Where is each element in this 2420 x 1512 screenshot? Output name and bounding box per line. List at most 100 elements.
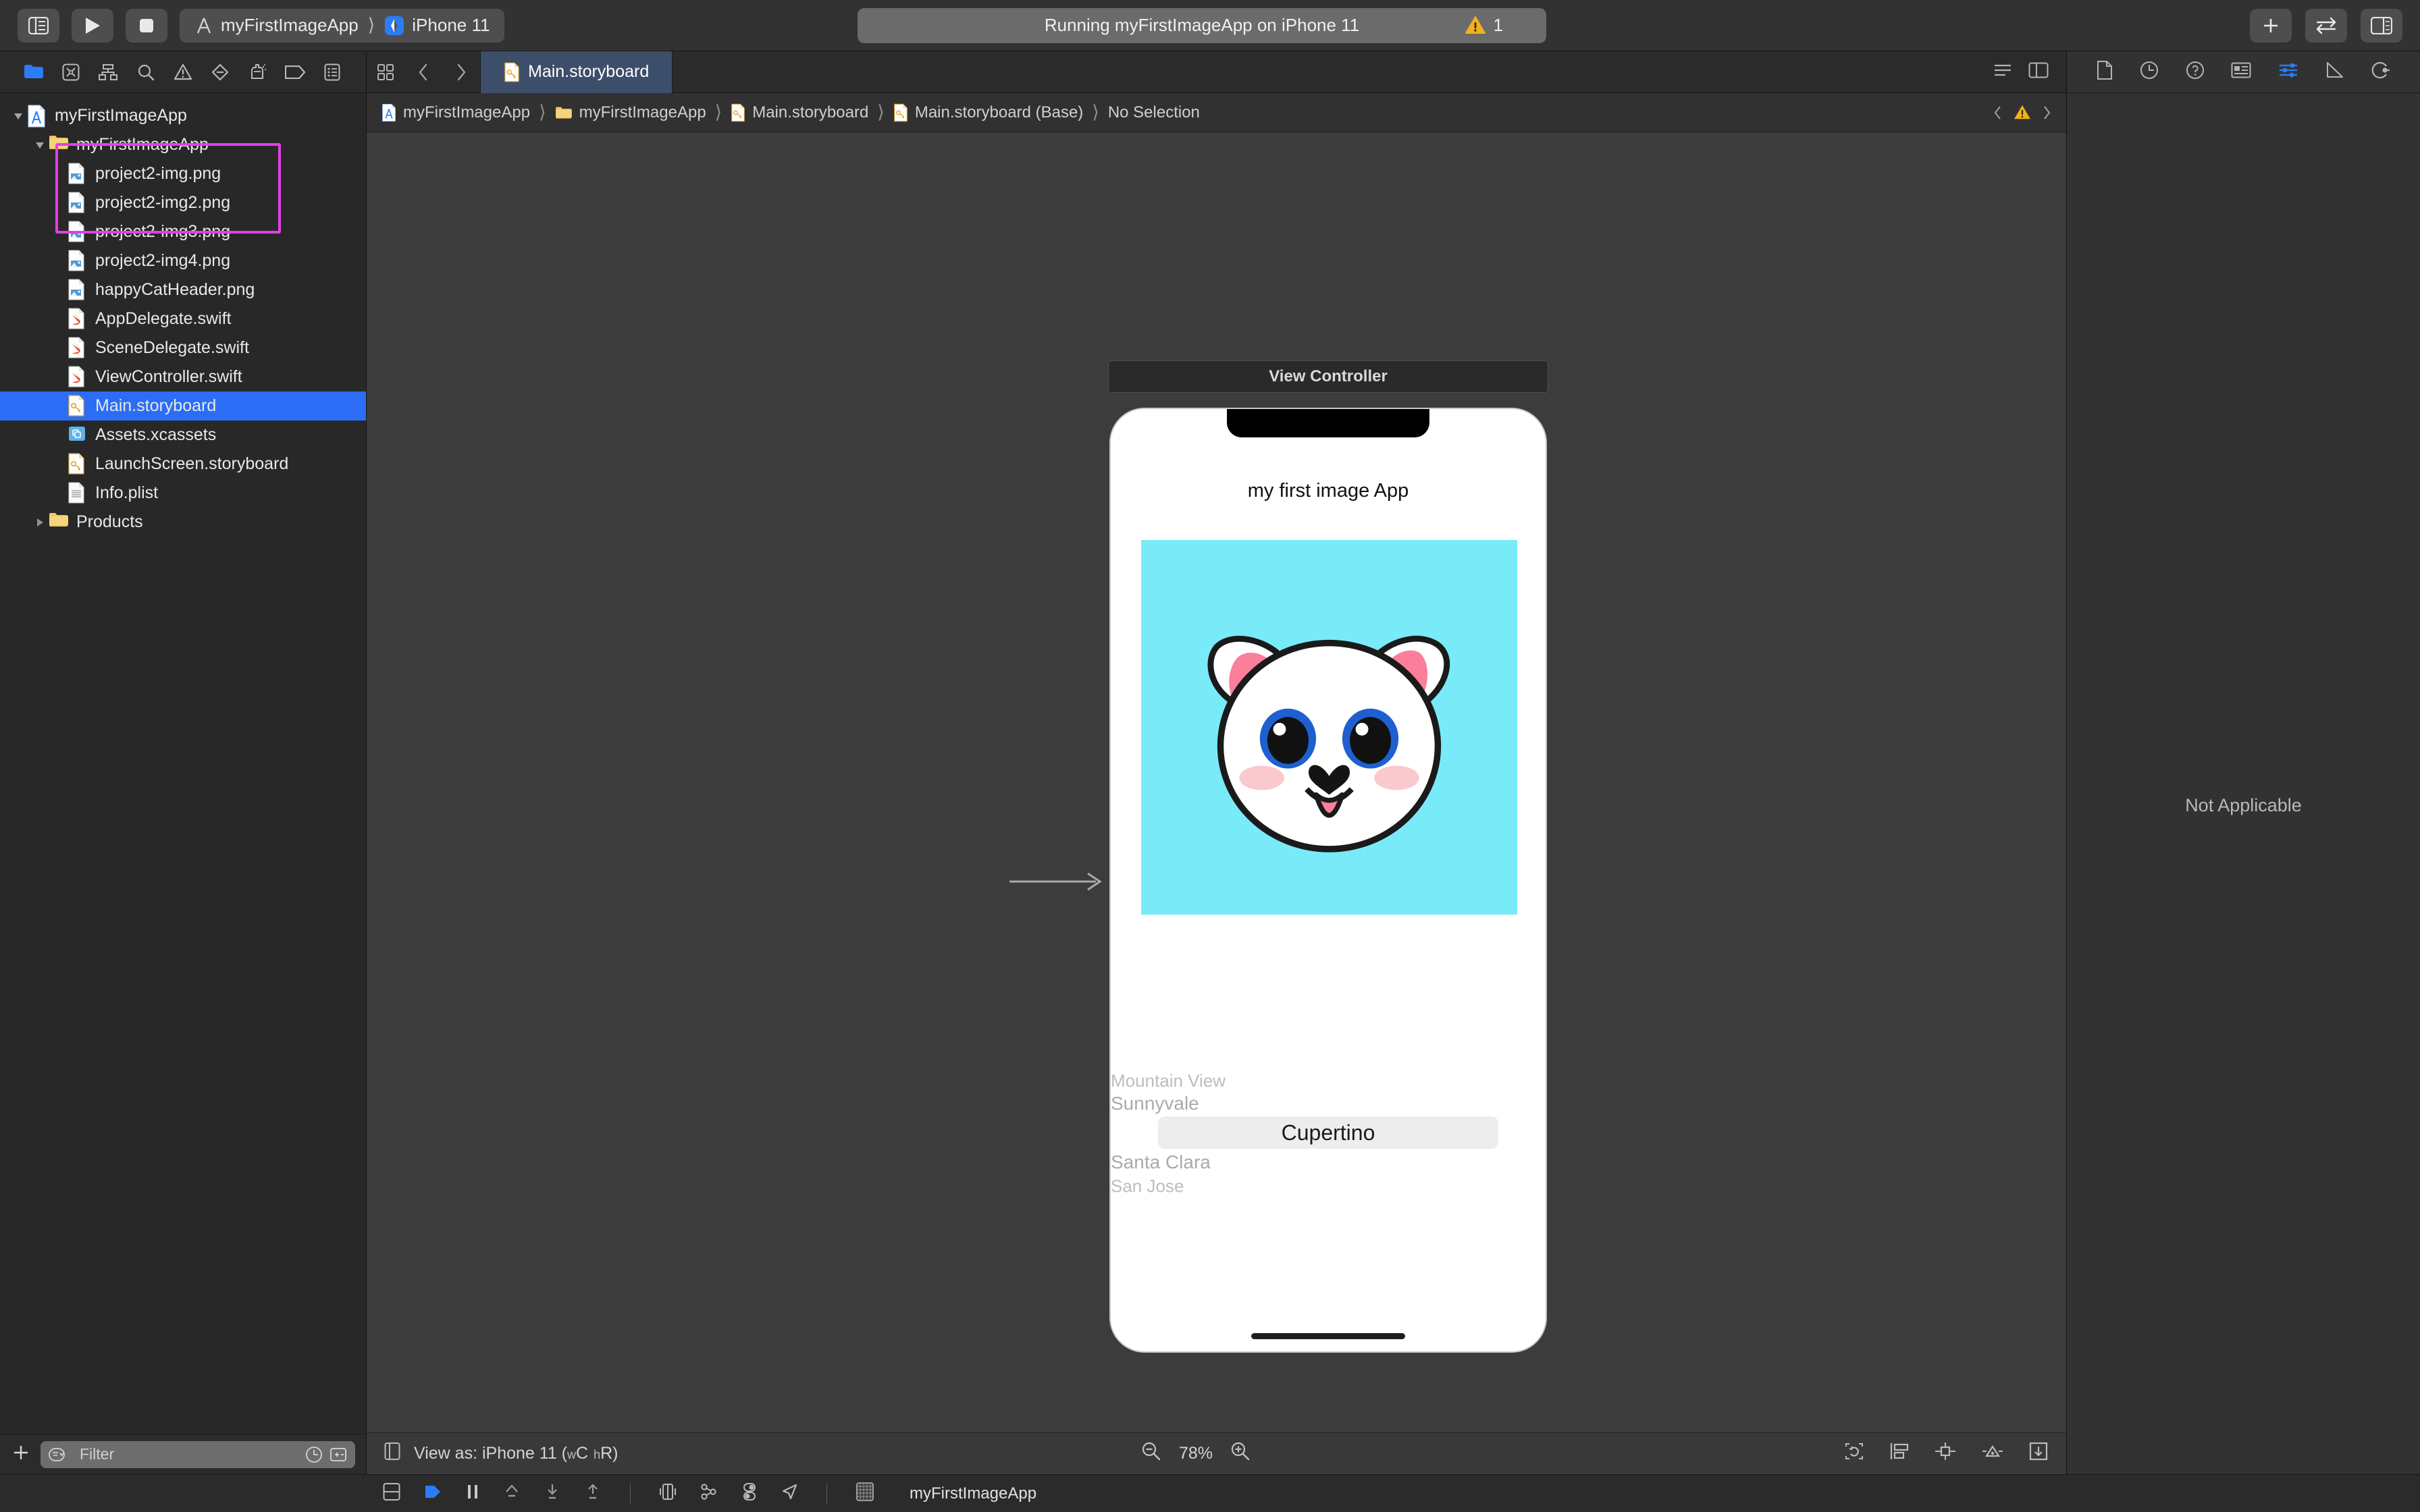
filter-icon bbox=[49, 1447, 65, 1461]
breadcrumb-item-storyboard-base[interactable]: Main.storyboard (Base) bbox=[893, 103, 1083, 122]
disclosure-triangle-down-icon[interactable] bbox=[9, 112, 27, 120]
tree-row-file[interactable]: LaunchScreen.storyboard bbox=[0, 450, 366, 479]
resolve-issues-icon[interactable] bbox=[1981, 1442, 2004, 1465]
tree-row-label: LaunchScreen.storyboard bbox=[95, 454, 289, 473]
tree-row-main-storyboard[interactable]: Main.storyboard bbox=[0, 392, 366, 421]
debug-memory-graph-icon[interactable] bbox=[700, 1482, 718, 1505]
debug-navigator-icon[interactable] bbox=[239, 63, 276, 81]
report-navigator-icon[interactable] bbox=[314, 63, 351, 81]
tree-row-label: project2-img.png bbox=[95, 164, 221, 183]
picker-item[interactable]: Sunnyvale bbox=[1111, 1092, 1546, 1115]
sidebar-toggle-button[interactable] bbox=[18, 8, 59, 43]
step-into-icon[interactable] bbox=[544, 1482, 561, 1505]
scene-title-bar[interactable]: View Controller bbox=[1108, 360, 1548, 393]
tree-row-file[interactable]: project2-img3.png bbox=[0, 217, 366, 246]
find-navigator-icon[interactable] bbox=[127, 63, 164, 81]
tree-row-file[interactable]: happyCatHeader.png bbox=[0, 275, 366, 304]
breadcrumb-label: No Selection bbox=[1107, 103, 1200, 122]
breadcrumb-warning-icon[interactable] bbox=[2014, 105, 2031, 120]
disclosure-triangle-down-icon[interactable] bbox=[31, 141, 49, 149]
debug-view-hierarchy-icon[interactable] bbox=[659, 1482, 677, 1505]
next-issue-button[interactable] bbox=[2042, 105, 2051, 120]
tree-row-file[interactable]: project2-img2.png bbox=[0, 188, 366, 217]
attributes-inspector-icon[interactable] bbox=[2278, 62, 2298, 82]
breadcrumb-item-group[interactable]: myFirstImageApp bbox=[555, 103, 706, 122]
editor-mode-split-icon[interactable] bbox=[2028, 62, 2049, 82]
project-file-tree[interactable]: myFirstImageApp myFirstImageApp project2… bbox=[0, 93, 366, 1434]
simulate-location-icon[interactable] bbox=[781, 1482, 798, 1505]
status-field[interactable]: Running myFirstImageApp on iPhone 11 1 bbox=[858, 7, 1546, 43]
connections-inspector-icon[interactable] bbox=[2371, 61, 2390, 83]
navigate-back-button[interactable] bbox=[404, 63, 442, 81]
run-button[interactable] bbox=[72, 8, 113, 43]
filter-input[interactable]: Filter bbox=[41, 1440, 355, 1468]
zoom-in-button[interactable] bbox=[1230, 1441, 1251, 1466]
update-frames-icon[interactable] bbox=[1843, 1441, 1865, 1466]
tree-row-group[interactable]: myFirstImageApp bbox=[0, 130, 366, 159]
size-inspector-icon[interactable] bbox=[2325, 61, 2344, 82]
identity-inspector-icon[interactable] bbox=[2231, 62, 2251, 82]
history-inspector-icon[interactable] bbox=[2140, 61, 2159, 83]
city-picker-view[interactable]: Mountain View Sunnyvale Cupertino Santa … bbox=[1111, 1069, 1546, 1197]
previous-issue-button[interactable] bbox=[1993, 105, 2003, 120]
project-navigator-icon[interactable] bbox=[15, 64, 52, 80]
tree-row-file[interactable]: AppDelegate.swift bbox=[0, 304, 366, 333]
editor-mode-standard-icon[interactable] bbox=[1992, 62, 2014, 82]
editor-options-icon[interactable] bbox=[367, 63, 404, 81]
tree-row-label: SceneDelegate.swift bbox=[95, 338, 249, 357]
add-constraints-icon[interactable] bbox=[1934, 1442, 1957, 1465]
add-button[interactable] bbox=[2250, 8, 2292, 43]
tree-row-file[interactable]: SceneDelegate.swift bbox=[0, 333, 366, 362]
align-icon[interactable] bbox=[1889, 1442, 1910, 1465]
storyboard-file-icon bbox=[504, 62, 519, 82]
scheme-selector[interactable]: myFirstImageApp ⟩ iPhone 11 bbox=[180, 8, 505, 43]
disclosure-triangle-right-icon[interactable] bbox=[31, 517, 49, 528]
picker-item-selected[interactable]: Cupertino bbox=[1158, 1116, 1498, 1149]
tree-row-file[interactable]: project2-img.png bbox=[0, 159, 366, 188]
picker-item[interactable]: Mountain View bbox=[1111, 1069, 1546, 1092]
source-control-filter-icon[interactable] bbox=[330, 1446, 347, 1463]
step-over-icon[interactable] bbox=[503, 1482, 521, 1505]
file-inspector-icon[interactable] bbox=[2097, 61, 2113, 83]
tab-main-storyboard[interactable]: Main.storyboard bbox=[480, 51, 673, 93]
picker-item[interactable]: Santa Clara bbox=[1111, 1150, 1546, 1174]
picker-item[interactable]: San Jose bbox=[1111, 1174, 1546, 1197]
tree-row-file[interactable]: Assets.xcassets bbox=[0, 421, 366, 450]
tree-row-file[interactable]: project2-img4.png bbox=[0, 246, 366, 275]
folder-icon bbox=[49, 134, 69, 157]
scheme-separator: ⟩ bbox=[367, 15, 375, 35]
view-as-label[interactable]: View as: iPhone 11 (wC hR) bbox=[414, 1444, 618, 1463]
document-outline-toggle[interactable] bbox=[384, 1442, 400, 1465]
breadcrumb-item-project[interactable]: myFirstImageApp bbox=[382, 103, 530, 122]
source-control-navigator-icon[interactable] bbox=[52, 63, 89, 81]
iphone-device-frame[interactable]: my first image App Mountain View Sunnyva… bbox=[1109, 408, 1547, 1353]
navigate-forward-button[interactable] bbox=[442, 63, 480, 81]
assistant-editor-button[interactable] bbox=[2305, 8, 2347, 43]
add-file-button[interactable] bbox=[11, 1442, 31, 1466]
zoom-out-button[interactable] bbox=[1141, 1441, 1161, 1466]
pause-icon[interactable] bbox=[465, 1482, 480, 1505]
recent-files-icon[interactable] bbox=[305, 1446, 323, 1463]
breakpoint-navigator-icon[interactable] bbox=[276, 65, 313, 79]
hide-debug-area-icon[interactable] bbox=[383, 1482, 400, 1505]
tree-row-products[interactable]: Products bbox=[0, 508, 366, 537]
inspector-toggle-button[interactable] bbox=[2361, 8, 2402, 43]
symbol-navigator-icon[interactable] bbox=[90, 63, 127, 80]
tree-row-project[interactable]: myFirstImageApp bbox=[0, 101, 366, 130]
breadcrumb-item-storyboard[interactable]: Main.storyboard bbox=[731, 103, 868, 122]
tree-row-file[interactable]: Info.plist bbox=[0, 479, 366, 508]
environment-overrides-icon[interactable] bbox=[741, 1482, 758, 1505]
issue-navigator-icon[interactable] bbox=[164, 63, 201, 80]
tree-row-file[interactable]: ViewController.swift bbox=[0, 362, 366, 392]
embed-in-icon[interactable] bbox=[2028, 1441, 2049, 1466]
storyboard-canvas[interactable]: View Controller my first image App Mount… bbox=[367, 132, 2066, 1432]
quick-help-inspector-icon[interactable] bbox=[2186, 61, 2205, 83]
step-out-icon[interactable] bbox=[584, 1482, 602, 1505]
test-navigator-icon[interactable] bbox=[202, 63, 239, 81]
stop-button[interactable] bbox=[126, 8, 167, 43]
app-title-label: my first image App bbox=[1247, 480, 1409, 502]
continue-icon[interactable] bbox=[423, 1482, 442, 1505]
breadcrumb-item-selection[interactable]: No Selection bbox=[1108, 103, 1200, 122]
app-thumbnail-icon[interactable] bbox=[856, 1482, 874, 1505]
cat-image-view[interactable] bbox=[1141, 540, 1517, 915]
